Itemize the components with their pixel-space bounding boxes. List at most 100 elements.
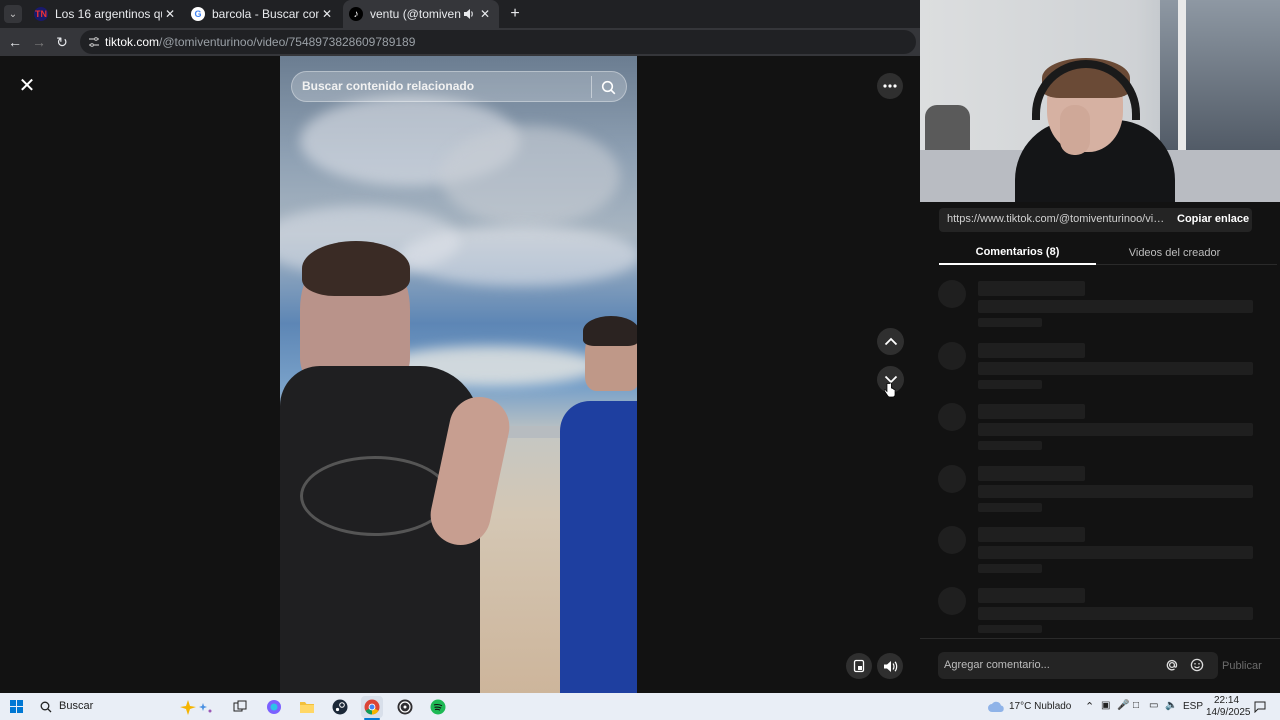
related-content-search[interactable]: Buscar contenido relacionado: [291, 71, 627, 102]
shirt-print: [300, 456, 450, 536]
person-jersey: [560, 401, 637, 693]
skeleton-line: [978, 281, 1085, 296]
google-favicon-icon: G: [191, 7, 205, 21]
cloud-shape: [400, 226, 637, 286]
speaker-icon[interactable]: 🔈: [1165, 700, 1177, 711]
browser-tab-strip: ⌄ TN Los 16 argentinos que jugaron ✕ G b…: [0, 0, 920, 28]
skeleton-line: [978, 625, 1042, 633]
skeleton-line: [978, 343, 1085, 358]
obs-icon[interactable]: [395, 697, 414, 716]
windows-start-icon[interactable]: [7, 697, 26, 716]
skeleton-line: [978, 404, 1085, 419]
webcam-person-hand: [1060, 105, 1090, 155]
browser-toolbar: ← → ↻ tiktok.com/@tomiventurinoo/video/7…: [0, 28, 920, 56]
skeleton-line: [978, 441, 1042, 450]
back-arrow-icon[interactable]: ←: [5, 32, 25, 52]
skeleton-line: [978, 466, 1085, 481]
tray-app-icon[interactable]: ▣: [1101, 700, 1110, 711]
new-tab-plus-icon[interactable]: +: [505, 4, 525, 24]
skeleton-avatar: [938, 280, 966, 308]
video-frame[interactable]: Buscar contenido relacionado: [280, 56, 637, 693]
skeleton-avatar: [938, 465, 966, 493]
tab-title: ventu (@tomiventurinoo) |: [370, 7, 461, 21]
publish-button[interactable]: Publicar: [1222, 660, 1262, 672]
comment-input[interactable]: Agregar comentario...: [938, 652, 1218, 679]
windows-taskbar: Buscar 17°C Nublado ⌃ ▣ 🎤 □ ▭ 🔈 ESP 22:1…: [0, 693, 1280, 720]
webcam-overlay: [920, 0, 1280, 202]
clock-date[interactable]: 14/9/2025: [1206, 707, 1251, 718]
search-divider: [591, 76, 592, 98]
tray-chevron-up-icon[interactable]: ⌃: [1085, 700, 1094, 713]
close-tab-icon[interactable]: ✕: [477, 7, 493, 21]
cloud-weather-icon[interactable]: [986, 697, 1005, 716]
tab-comments[interactable]: Comentarios (8): [939, 240, 1096, 265]
copilot-sparkle-icon[interactable]: [176, 697, 216, 716]
copy-link-button[interactable]: Copiar enlace: [1177, 213, 1249, 225]
skeleton-avatar: [938, 526, 966, 554]
mention-at-icon[interactable]: [1163, 656, 1181, 674]
person-hair: [302, 241, 410, 296]
speaker-playing-icon[interactable]: [461, 8, 477, 20]
side-panel: https://www.tiktok.com/@tomiventurinoo/v…: [920, 202, 1280, 693]
close-video-icon[interactable]: ✕: [15, 73, 39, 97]
network-icon[interactable]: ▭: [1149, 700, 1158, 711]
volume-icon[interactable]: [877, 653, 903, 679]
chrome-icon[interactable]: [361, 696, 383, 718]
floating-player-icon[interactable]: [846, 653, 872, 679]
cloud-shape: [440, 126, 620, 226]
person-hair: [583, 316, 637, 346]
clock-time[interactable]: 22:14: [1214, 695, 1239, 706]
browser-tab-3-active[interactable]: ♪ ventu (@tomiventurinoo) | ✕: [343, 0, 499, 28]
tiktok-favicon-icon: ♪: [349, 7, 363, 21]
taskbar-search-icon[interactable]: [36, 697, 55, 716]
skeleton-line: [978, 362, 1253, 375]
weather-text[interactable]: 17°C Nublado: [1009, 701, 1071, 712]
reload-icon[interactable]: ↻: [52, 32, 72, 52]
file-explorer-icon[interactable]: [297, 697, 316, 716]
tray-display-icon[interactable]: □: [1133, 700, 1139, 711]
panel-divider: [920, 638, 1280, 639]
skeleton-avatar: [938, 342, 966, 370]
skeleton-line: [978, 564, 1042, 573]
tab-title: Los 16 argentinos que jugaron: [55, 7, 162, 21]
skeleton-line: [978, 380, 1042, 389]
microphone-icon[interactable]: 🎤: [1117, 700, 1129, 711]
video-link-text[interactable]: https://www.tiktok.com/@tomiventurinoo/v…: [947, 213, 1169, 225]
site-settings-icon[interactable]: [87, 35, 101, 49]
browser-tab-1[interactable]: TN Los 16 argentinos que jugaron ✕: [30, 0, 182, 28]
emoji-icon[interactable]: [1188, 656, 1206, 674]
language-indicator[interactable]: ESP: [1183, 701, 1203, 712]
skeleton-avatar: [938, 587, 966, 615]
previous-video-chevron-up-icon[interactable]: [877, 328, 904, 355]
search-placeholder: Buscar contenido relacionado: [302, 79, 475, 93]
spotify-icon[interactable]: [428, 697, 447, 716]
close-tab-icon[interactable]: ✕: [162, 7, 178, 21]
skeleton-line: [978, 318, 1042, 327]
news-favicon-icon: TN: [34, 7, 48, 21]
task-view-icon[interactable]: [230, 697, 249, 716]
skeleton-line: [978, 485, 1253, 498]
more-options-icon[interactable]: [877, 73, 903, 99]
skeleton-line: [978, 546, 1253, 559]
url-text: tiktok.com/@tomiventurinoo/video/7548973…: [105, 35, 416, 49]
browser-tab-2[interactable]: G barcola - Buscar con Google ✕: [187, 0, 339, 28]
skeleton-line: [978, 607, 1253, 620]
share-link-box: https://www.tiktok.com/@tomiventurinoo/v…: [939, 208, 1252, 232]
skeleton-line: [978, 423, 1253, 436]
copilot-app-icon[interactable]: [264, 697, 283, 716]
steam-icon[interactable]: [330, 697, 349, 716]
close-tab-icon[interactable]: ✕: [319, 7, 335, 21]
skeleton-line: [978, 588, 1085, 603]
tab-search-chevron-icon[interactable]: ⌄: [4, 5, 22, 23]
skeleton-line: [978, 300, 1253, 313]
forward-arrow-icon[interactable]: →: [29, 32, 49, 52]
video-player-area: ✕ Buscar contenido relacionado: [0, 56, 920, 693]
search-icon[interactable]: [598, 77, 618, 97]
notifications-icon[interactable]: [1250, 697, 1269, 716]
tab-creator-videos[interactable]: Videos del creador: [1096, 240, 1253, 265]
panel-tabs: Comentarios (8) Videos del creador: [939, 240, 1277, 265]
address-bar[interactable]: tiktok.com/@tomiventurinoo/video/7548973…: [80, 30, 916, 54]
skeleton-line: [978, 503, 1042, 512]
tab-title: barcola - Buscar con Google: [212, 7, 319, 21]
taskbar-search-label[interactable]: Buscar: [59, 700, 93, 712]
